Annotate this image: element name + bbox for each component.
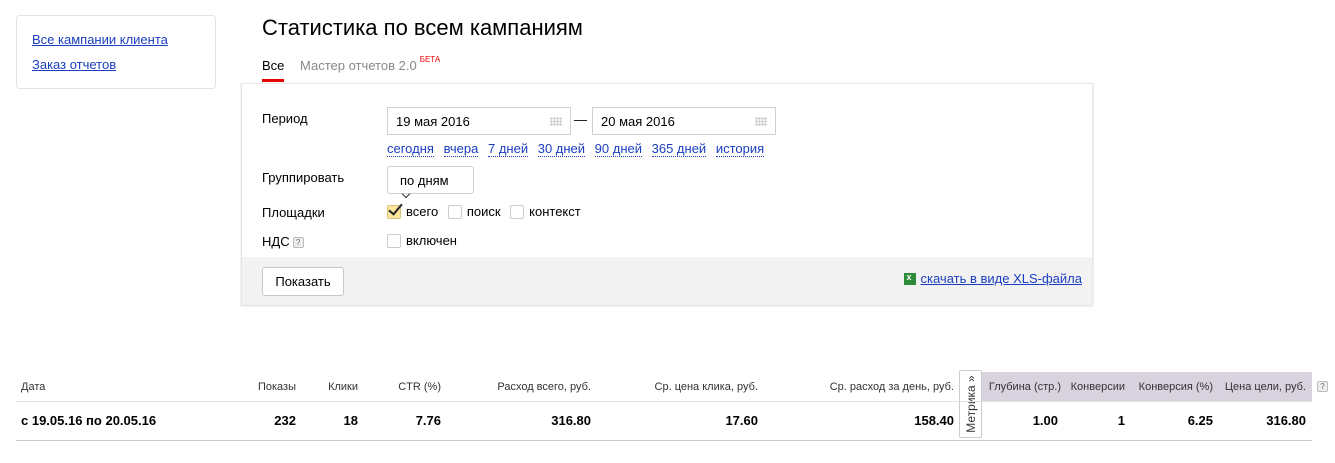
col-header-avg-daily-spend: Ср. расход за день, руб. bbox=[829, 381, 954, 393]
calendar-icon[interactable] bbox=[755, 117, 767, 126]
vat-option-label: включен bbox=[406, 233, 457, 248]
sidebar: Все кампании клиента Заказ отчетов bbox=[16, 15, 216, 89]
platforms-options: всего поиск контекст bbox=[387, 204, 587, 219]
beta-badge: БЕТА bbox=[419, 55, 441, 64]
help-icon[interactable]: ? bbox=[292, 237, 304, 248]
period-today-link[interactable]: сегодня bbox=[387, 141, 434, 157]
cell-conversions: 1 bbox=[1117, 413, 1125, 428]
period-7-days-link[interactable]: 7 дней bbox=[487, 141, 529, 157]
cell-avg-cpc: 17.60 bbox=[725, 413, 758, 428]
download-xls-link[interactable]: скачать в виде XLS-файла bbox=[903, 271, 1083, 286]
download-xls-label: скачать в виде XLS-файла bbox=[920, 271, 1083, 286]
platform-all-checkbox[interactable] bbox=[387, 205, 401, 219]
period-history-link[interactable]: история bbox=[715, 141, 765, 157]
date-to-input[interactable]: 20 мая 2016 bbox=[592, 107, 776, 135]
show-button[interactable]: Показать bbox=[262, 267, 344, 296]
vat-label: НДС bbox=[262, 234, 290, 249]
quick-period-links: сегодня вчера 7 дней 30 дней 90 дней 365… bbox=[387, 141, 770, 157]
vat-checkbox[interactable] bbox=[387, 234, 401, 248]
period-yesterday-link[interactable]: вчера bbox=[443, 141, 479, 157]
col-header-ctr: CTR (%) bbox=[398, 381, 441, 393]
excel-icon bbox=[903, 272, 916, 285]
cell-avg-daily-spend: 158.40 bbox=[914, 413, 954, 428]
header-divider bbox=[16, 401, 1312, 402]
date-from-value: 19 мая 2016 bbox=[396, 114, 470, 129]
col-header-impressions: Показы bbox=[257, 381, 296, 393]
platform-all-label: всего bbox=[406, 204, 439, 219]
col-header-goal-cost: Цена цели, руб. bbox=[1224, 381, 1306, 393]
tab-report-master[interactable]: Мастер отчетов 2.0 БЕТА bbox=[300, 55, 441, 73]
cell-conversion-rate: 6.25 bbox=[1187, 413, 1213, 428]
period-label: Период bbox=[262, 111, 308, 126]
group-by-select[interactable]: по дням bbox=[387, 166, 474, 199]
col-header-total-spend: Расход всего, руб. bbox=[497, 381, 591, 393]
report-order-link[interactable]: Заказ отчетов bbox=[32, 57, 116, 72]
cell-clicks: 18 bbox=[343, 413, 358, 428]
row-divider bbox=[16, 440, 1312, 441]
metrika-toggle-tab[interactable]: Метрика » bbox=[959, 370, 982, 438]
page-title: Статистика по всем кампаниям bbox=[262, 15, 583, 40]
platform-context-checkbox[interactable] bbox=[510, 205, 525, 219]
help-icon[interactable]: ? bbox=[1317, 381, 1328, 392]
date-separator: — bbox=[574, 112, 587, 127]
col-header-avg-cpc: Ср. цена клика, руб. bbox=[654, 381, 758, 393]
all-campaigns-link[interactable]: Все кампании клиента bbox=[32, 32, 168, 47]
vat-option: включен bbox=[387, 233, 457, 248]
date-from-input[interactable]: 19 мая 2016 bbox=[387, 107, 571, 135]
vat-label-wrap: НДС? bbox=[262, 234, 304, 249]
col-header-conversions: Конверсии bbox=[1070, 381, 1125, 393]
platforms-label: Площадки bbox=[262, 205, 325, 220]
cell-depth: 1.00 bbox=[1032, 413, 1058, 428]
period-30-days-link[interactable]: 30 дней bbox=[537, 141, 586, 157]
stats-filter-panel: Период 19 мая 2016 — 20 мая 2016 сегодня… bbox=[241, 83, 1093, 305]
calendar-icon[interactable] bbox=[550, 117, 562, 126]
col-header-date: Дата bbox=[21, 381, 46, 393]
platform-context-label: контекст bbox=[529, 204, 581, 219]
platform-search-label: поиск bbox=[466, 204, 501, 219]
chevron-down-icon bbox=[401, 189, 411, 199]
metrika-tab-label: Метрика » bbox=[963, 375, 978, 433]
cell-ctr: 7.76 bbox=[415, 413, 441, 428]
group-by-value: по дням bbox=[400, 173, 449, 188]
period-365-days-link[interactable]: 365 дней bbox=[651, 141, 707, 157]
platform-search-checkbox[interactable] bbox=[447, 205, 462, 219]
group-label: Группировать bbox=[262, 170, 345, 185]
period-90-days-link[interactable]: 90 дней bbox=[594, 141, 642, 157]
panel-footer: Показать скачать в виде XLS-файла bbox=[242, 257, 1092, 305]
cell-total-spend: 316.80 bbox=[551, 413, 591, 428]
cell-date: с 19.05.16 по 20.05.16 bbox=[21, 413, 157, 428]
cell-impressions: 232 bbox=[274, 413, 296, 428]
col-header-depth: Глубина (стр.) bbox=[988, 381, 1061, 393]
cell-goal-cost: 316.80 bbox=[1266, 413, 1306, 428]
col-header-clicks: Клики bbox=[328, 381, 358, 393]
tab-report-master-label: Мастер отчетов 2.0 bbox=[300, 58, 417, 73]
date-to-value: 20 мая 2016 bbox=[601, 114, 675, 129]
col-header-conversion-rate: Конверсия (%) bbox=[1138, 381, 1213, 393]
tab-all[interactable]: Все bbox=[262, 58, 285, 82]
